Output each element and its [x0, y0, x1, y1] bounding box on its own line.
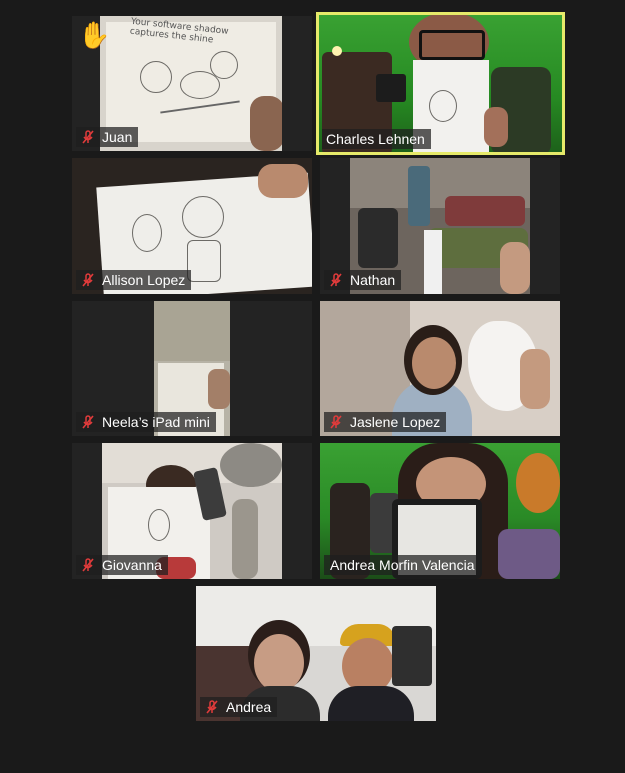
participant-tile-juan[interactable]: Your software shadow captures the shine … — [72, 16, 312, 151]
participant-tile-giovanna[interactable]: Giovanna — [72, 443, 312, 579]
participant-tile-nathan[interactable]: Nathan — [320, 158, 560, 294]
name-tag: Allison Lopez — [76, 270, 192, 290]
name-tag: Giovanna — [76, 555, 168, 575]
participant-name: Juan — [102, 129, 133, 145]
microphone-muted-icon — [82, 415, 94, 429]
participant-name: Giovanna — [102, 557, 162, 573]
video-gallery: Your software shadow captures the shine … — [0, 0, 625, 773]
participant-tile-andrea-morfin-valencia[interactable]: Andrea Morfin Valencia — [320, 443, 560, 579]
participant-tile-andrea[interactable]: Andrea — [196, 586, 436, 721]
participant-tile-neelas-ipad-mini[interactable]: Neela’s iPad mini — [72, 301, 312, 436]
name-tag: Andrea Morfin Valencia — [324, 555, 481, 575]
participant-name: Andrea Morfin Valencia — [330, 557, 475, 573]
microphone-muted-icon — [330, 415, 342, 429]
name-tag: Jaslene Lopez — [324, 412, 447, 432]
name-tag: Charles Lehnen — [322, 129, 431, 149]
participant-name: Neela’s iPad mini — [102, 414, 210, 430]
participant-name: Charles Lehnen — [326, 131, 425, 147]
participant-name: Andrea — [226, 699, 272, 715]
name-tag: Nathan — [324, 270, 402, 290]
participant-tile-allison-lopez[interactable]: Allison Lopez — [72, 158, 312, 294]
participant-name: Jaslene Lopez — [350, 414, 441, 430]
participant-name: Allison Lopez — [102, 272, 186, 288]
participant-name: Nathan — [350, 272, 396, 288]
participant-tile-jaslene-lopez[interactable]: Jaslene Lopez — [320, 301, 560, 436]
name-tag: Neela’s iPad mini — [76, 412, 216, 432]
name-tag: Andrea — [200, 697, 278, 717]
microphone-muted-icon — [82, 273, 94, 287]
raised-hand-icon: ✋ — [78, 20, 111, 50]
microphone-muted-icon — [82, 130, 94, 144]
microphone-muted-icon — [330, 273, 342, 287]
microphone-muted-icon — [82, 558, 94, 572]
name-tag: Juan — [76, 127, 139, 147]
participant-tile-charles-lehnen[interactable]: Charles Lehnen — [316, 12, 565, 155]
microphone-muted-icon — [206, 700, 218, 714]
